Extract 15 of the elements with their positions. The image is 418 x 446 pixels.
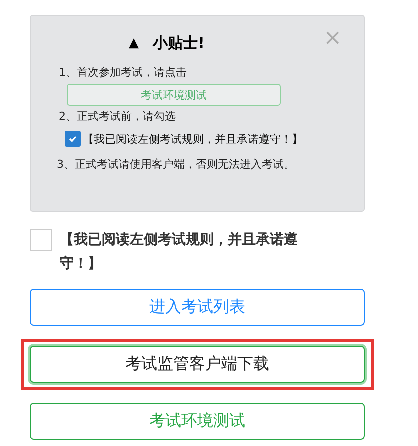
action-button[interactable]: 考试环境测试 <box>30 403 365 440</box>
check-icon <box>68 134 78 144</box>
close-icon[interactable]: × <box>324 28 342 50</box>
checkbox-label: 【我已阅读左侧考试规则，并且承诺遵守！】 <box>83 132 303 146</box>
action-button[interactable]: 进入考试列表 <box>30 289 365 326</box>
tips-title: 小贴士! <box>153 34 205 53</box>
tip-text: 2、正式考试前，请勾选 <box>59 109 176 125</box>
env-test-button[interactable]: 考试环境测试 <box>67 84 281 106</box>
checkbox[interactable] <box>30 229 52 251</box>
tip-text: 1、首次参加考试，请点击 <box>59 65 187 81</box>
agreement-label: 【我已阅读左侧考试规则，并且承诺遵守！】 <box>60 230 299 274</box>
action-button[interactable]: 考试监管客户端下载 <box>30 346 365 383</box>
checkbox[interactable] <box>65 131 81 147</box>
tip-text: 3、正式考试请使用客户端，否则无法进入考试。 <box>57 157 295 173</box>
warning-icon: ▲ <box>129 36 139 51</box>
